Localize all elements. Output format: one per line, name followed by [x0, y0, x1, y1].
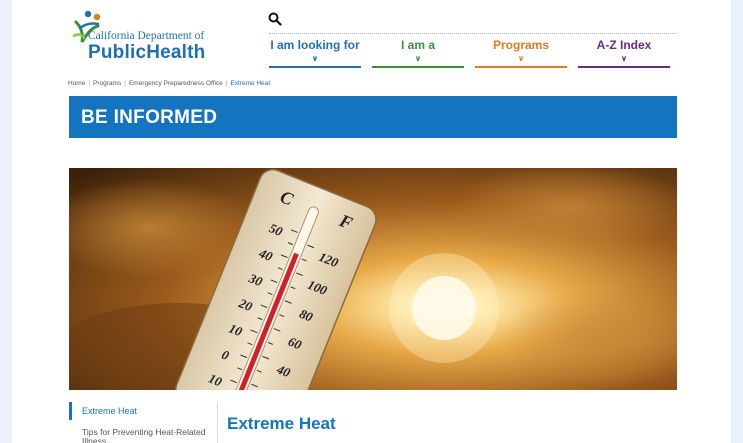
nav-a-z-index[interactable]: A-Z Index ∨	[578, 38, 670, 68]
chevron-down-icon: ∨	[311, 54, 319, 63]
breadcrumb-current: Extreme Heat	[230, 80, 271, 87]
nav-label: I am a	[400, 38, 436, 52]
sidenav-item-extreme-heat[interactable]: Extreme Heat	[69, 402, 137, 420]
breadcrumb-programs[interactable]: Programs	[93, 80, 121, 87]
nav-label: Programs	[492, 38, 550, 52]
page-banner: BE INFORMED	[69, 96, 677, 138]
nav-i-am-looking-for[interactable]: I am looking for ∨	[269, 38, 361, 68]
nav-divider	[269, 33, 677, 34]
nav-underline	[269, 66, 361, 68]
breadcrumb: Home | Programs | Emergency Preparedness Off…	[68, 80, 271, 87]
logo-line1: California Department of	[88, 30, 205, 42]
nav-underline	[578, 66, 670, 68]
sidenav-divider	[217, 402, 218, 443]
nav-label: A-Z Index	[596, 38, 652, 52]
nav-underline	[372, 66, 464, 68]
breadcrumb-home[interactable]: Home	[68, 80, 85, 87]
cdph-logo[interactable]: California Department of PublicHealth	[68, 8, 238, 64]
chevron-down-icon: ∨	[620, 54, 628, 63]
page-title: Extreme Heat	[227, 414, 336, 433]
page: California Department of PublicHealth I …	[12, 0, 731, 443]
nav-programs[interactable]: Programs ∨	[475, 38, 567, 68]
nav-label: I am looking for	[270, 38, 360, 52]
breadcrumb-emergency-preparedness[interactable]: Emergency Preparedness Office	[129, 80, 223, 87]
chevron-down-icon: ∨	[414, 54, 422, 63]
chevron-down-icon: ∨	[517, 54, 525, 63]
sidenav-item-tips[interactable]: Tips for Preventing Heat-Related Illness	[82, 428, 222, 443]
banner-title: BE INFORMED	[81, 107, 218, 128]
hero-image: C F 50 40 30 20 10 0 10 120 100 80 60 40…	[69, 168, 677, 390]
search-icon[interactable]	[268, 12, 282, 26]
nav-i-am-a[interactable]: I am a ∨	[372, 38, 464, 68]
logo-line2: PublicHealth	[88, 42, 206, 63]
thermometer-sun-illustration: C F 50 40 30 20 10 0 10 120 100 80 60 40…	[69, 168, 677, 390]
nav-underline	[475, 66, 567, 68]
